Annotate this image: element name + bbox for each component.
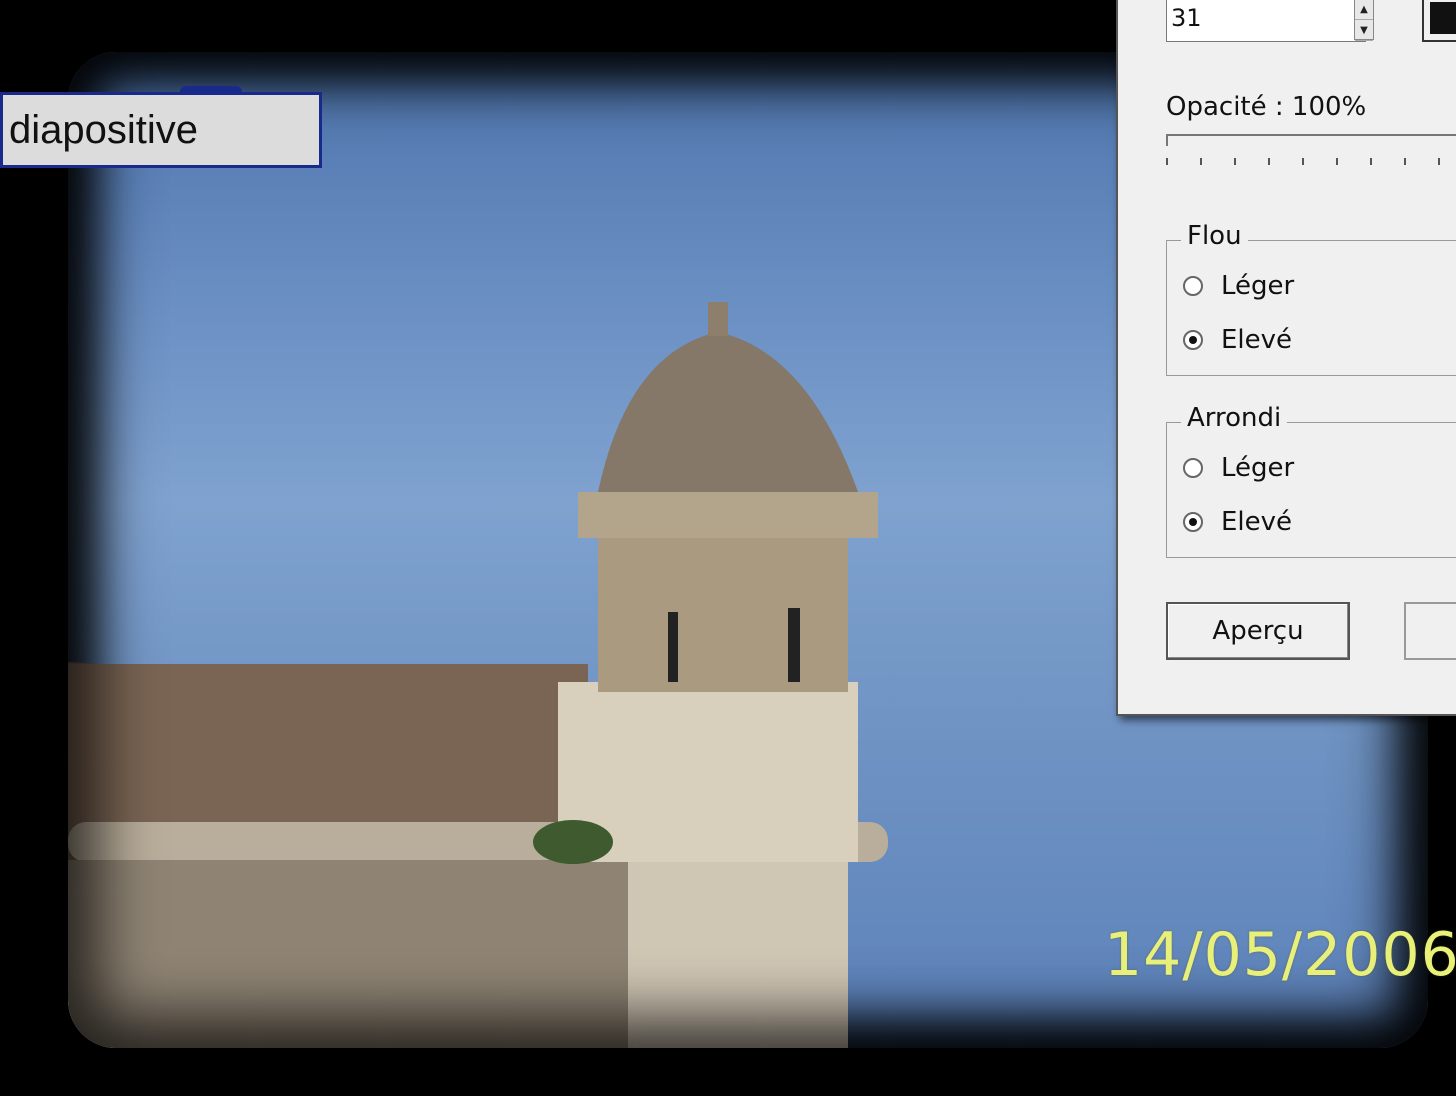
arrondi-option-eleve[interactable]: Elevé: [1183, 507, 1292, 537]
flou-option-label: Elevé: [1221, 325, 1293, 355]
flou-group: Flou Léger Elevé: [1166, 221, 1456, 376]
tower-finial: [708, 302, 728, 336]
tower-cornice: [578, 492, 878, 538]
arrondi-option-label: Léger: [1221, 453, 1295, 483]
flou-title: Flou: [1181, 221, 1248, 251]
tower-body: [598, 532, 848, 692]
arrondi-option-label: Elevé: [1221, 507, 1293, 537]
radio-icon[interactable]: [1183, 276, 1203, 296]
slide-label: diapositive: [0, 92, 322, 168]
radio-selected-icon[interactable]: [1183, 512, 1203, 532]
size-input[interactable]: 31: [1166, 0, 1366, 42]
color-picker-button[interactable]: [1422, 0, 1456, 42]
radio-selected-icon[interactable]: [1183, 330, 1203, 350]
brick-wall: [68, 664, 588, 834]
tower-slit: [788, 608, 800, 682]
dialog-button[interactable]: [1404, 602, 1456, 660]
color-swatch: [1430, 2, 1456, 34]
flou-option-eleve[interactable]: Elevé: [1183, 325, 1292, 355]
flou-option-leger[interactable]: Léger: [1183, 271, 1294, 301]
shrub: [533, 820, 613, 864]
spin-down-icon[interactable]: ▼: [1355, 20, 1373, 41]
opacity-label: Opacité : 100%: [1166, 92, 1367, 122]
flou-option-label: Léger: [1221, 271, 1295, 301]
opacity-slider-ticks: [1166, 158, 1456, 166]
arrondi-option-leger[interactable]: Léger: [1183, 453, 1294, 483]
radio-icon[interactable]: [1183, 458, 1203, 478]
frame-dialog: 31 ▲ ▼ Opacité : 100% Flou Léger Elevé A…: [1116, 0, 1456, 716]
date-stamp: 14/05/2006: [1104, 920, 1456, 990]
arrondi-title: Arrondi: [1181, 403, 1288, 433]
arrondi-group: Arrondi Léger Elevé: [1166, 403, 1456, 558]
spin-up-icon[interactable]: ▲: [1355, 0, 1373, 20]
tower-corbel: [628, 862, 848, 1048]
tower-slit: [668, 612, 678, 682]
size-spinner[interactable]: ▲ ▼: [1354, 0, 1374, 41]
preview-button[interactable]: Aperçu: [1166, 602, 1350, 660]
tower-dome: [598, 332, 858, 492]
opacity-slider[interactable]: [1166, 134, 1456, 146]
